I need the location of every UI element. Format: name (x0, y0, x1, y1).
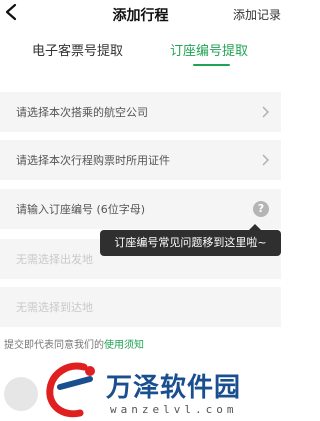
tab-booking-code[interactable]: 订座编号提取 (170, 40, 248, 59)
departure-placeholder: 无需选择出发地 (16, 253, 93, 266)
tab-eticket-number[interactable]: 电子客票号提取 (32, 40, 123, 59)
active-tab-indicator (193, 64, 230, 66)
chevron-right-icon (262, 106, 269, 118)
header: 添加行程 添加记录 (0, 0, 281, 28)
add-record-link[interactable]: 添加记录 (233, 6, 281, 23)
id-document-select[interactable]: 请选择本次行程购票时所用证件 (0, 140, 281, 180)
airline-select[interactable]: 请选择本次搭乘的航空公司 (0, 92, 281, 132)
chevron-right-icon (262, 154, 269, 166)
watermark-url: wanzelvl.com (110, 403, 238, 416)
watermark-name: 万泽软件园 (106, 373, 242, 403)
terms-link[interactable]: 使用须知 (104, 340, 144, 351)
watermark: 万泽软件园 wanzelvl.com (40, 357, 281, 421)
tooltip-arrow (249, 224, 261, 230)
airline-select-placeholder: 请选择本次搭乘的航空公司 (16, 106, 148, 119)
agreement-text: 提交即代表同意我们的使用须知 (4, 336, 144, 351)
agreement-prefix: 提交即代表同意我们的 (4, 340, 104, 351)
booking-code-placeholder: 请输入订座编号 (6位字母) (16, 203, 146, 216)
agreement-toggle[interactable] (4, 377, 38, 411)
tooltip-text: 订座编号常见问题移到这里啦~ (114, 236, 267, 249)
help-icon[interactable]: ? (253, 201, 269, 217)
arrival-field[interactable]: 无需选择到达地 (0, 287, 281, 327)
id-document-placeholder: 请选择本次行程购票时所用证件 (16, 154, 170, 167)
brand-logo (46, 362, 95, 418)
booking-code-input[interactable]: 请输入订座编号 (6位字母) ? (0, 189, 281, 229)
help-tooltip: 订座编号常见问题移到这里啦~ (100, 224, 281, 256)
arrival-placeholder: 无需选择到达地 (16, 301, 93, 314)
extraction-tabs: 电子客票号提取 订座编号提取 (0, 40, 281, 74)
